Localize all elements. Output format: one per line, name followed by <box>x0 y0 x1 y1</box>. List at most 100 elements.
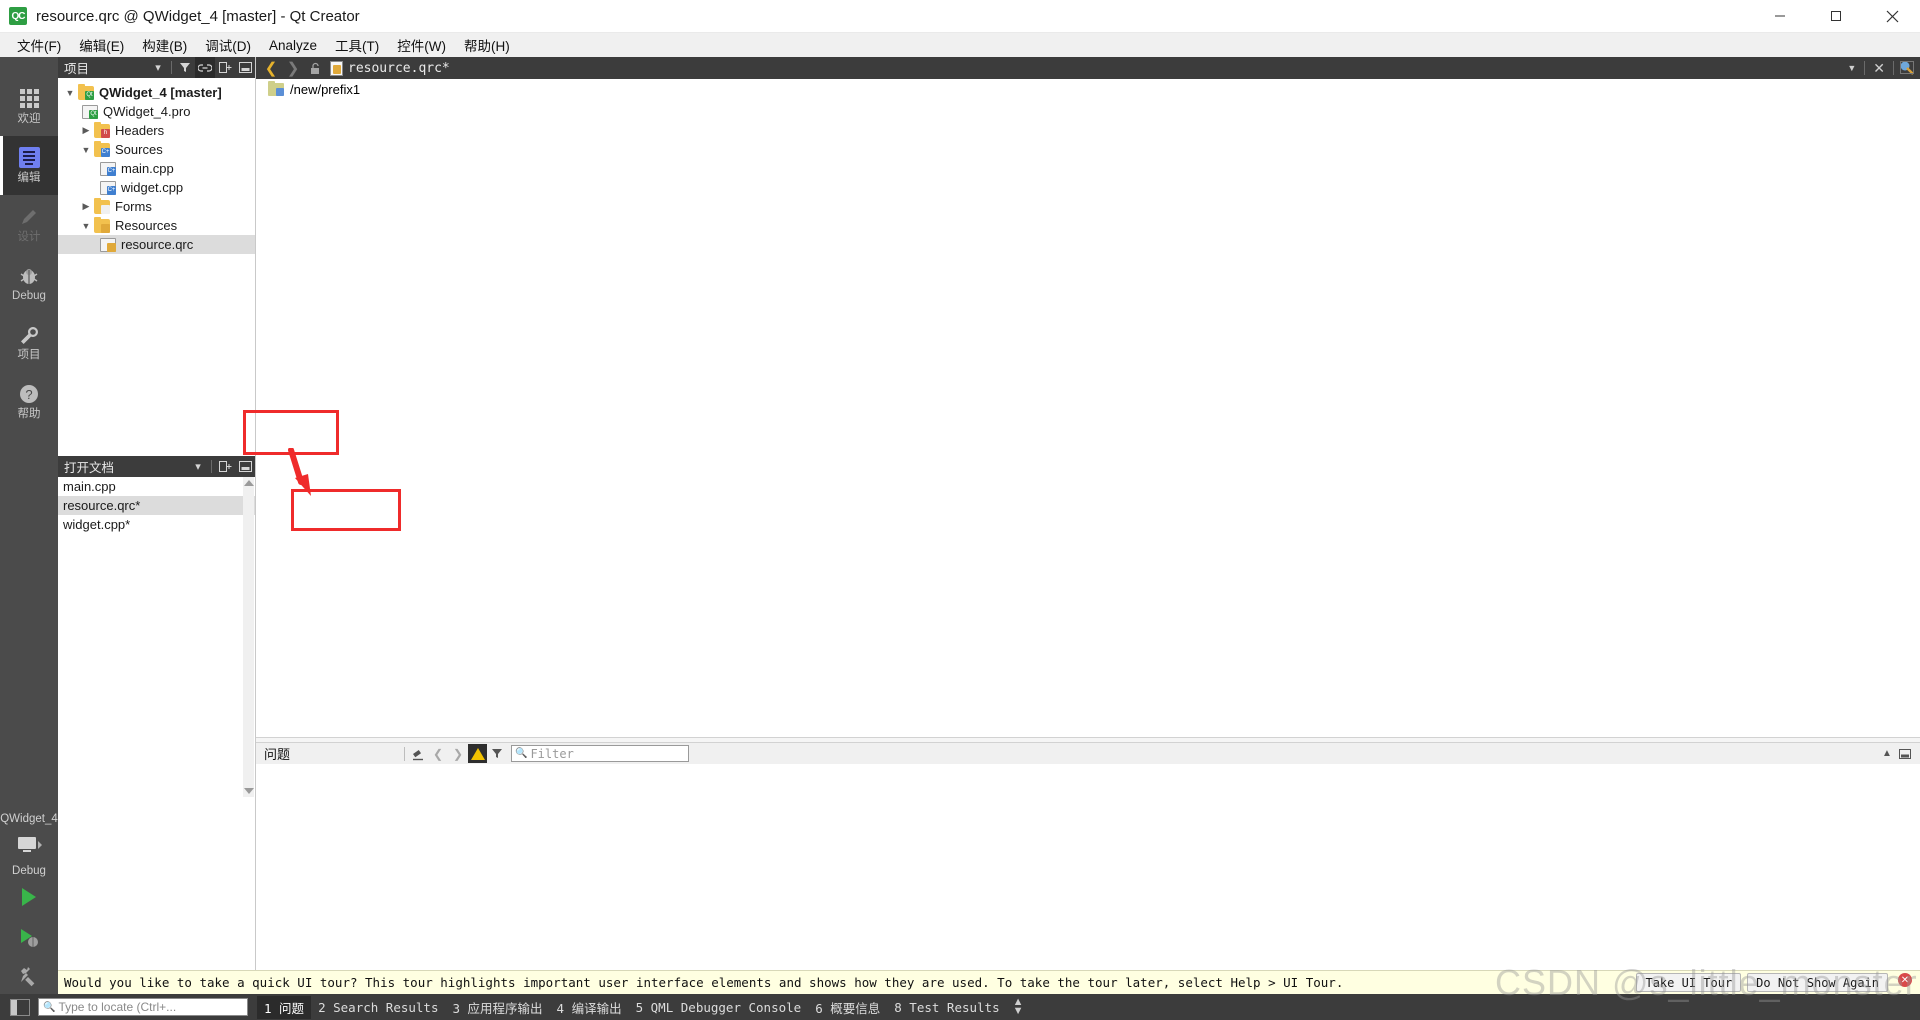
chevron-down-icon[interactable]: ▼ <box>78 221 94 231</box>
menu-build[interactable]: 构建(B) <box>133 33 196 57</box>
tree-item-resource-qrc[interactable]: resource.qrc <box>58 235 255 254</box>
locator-placeholder: Type to locate (Ctrl+... <box>58 1000 177 1014</box>
do-not-show-again-button[interactable]: Do Not Show Again <box>1747 973 1888 992</box>
warning-filter-icon[interactable] <box>468 744 487 763</box>
mode-welcome-label: 欢迎 <box>17 113 41 125</box>
tree-item-label: main.cpp <box>121 161 174 176</box>
tree-item-resources[interactable]: ▼ Resources <box>58 216 255 235</box>
chevron-down-icon[interactable]: ▼ <box>62 88 78 98</box>
scroll-down-icon[interactable] <box>243 788 254 794</box>
mode-design[interactable]: 设计 <box>0 195 58 254</box>
chevron-down-icon[interactable]: ▾ <box>188 456 208 477</box>
qrc-file-icon <box>100 237 116 252</box>
mode-edit[interactable]: 编辑 <box>0 136 58 195</box>
debug-button[interactable] <box>0 917 58 957</box>
open-doc-label: main.cpp <box>63 479 116 494</box>
tree-item-label: Headers <box>115 123 165 138</box>
filter-icon[interactable] <box>175 57 195 78</box>
kit-buildconfig-label: Debug <box>12 865 46 877</box>
right-dock-icon[interactable] <box>1900 61 1914 74</box>
tree-item-forms[interactable]: ▶ Forms <box>58 197 255 216</box>
next-icon[interactable]: ❯ <box>448 744 468 764</box>
qt-creator-window: QC resource.qrc @ QWidget_4 [master] - Q… <box>0 0 1920 1020</box>
statusbar-item-app-output[interactable]: 3 应用程序输出 <box>445 996 549 1019</box>
menu-debug[interactable]: 调试(D) <box>196 33 260 57</box>
tree-item-headers[interactable]: ▶ h Headers <box>58 121 255 140</box>
close-icon[interactable] <box>1864 0 1920 33</box>
projects-panel-title: 项目 <box>64 62 90 76</box>
maximize-panel-icon[interactable] <box>1896 744 1914 764</box>
tree-item-sources[interactable]: ▼ C+ Sources <box>58 140 255 159</box>
tree-item-pro-file[interactable]: Qt QWidget_4.pro <box>58 102 255 121</box>
qt-project-folder-icon: Qt <box>78 83 94 100</box>
chevron-up-icon[interactable]: ▲ <box>1878 744 1896 764</box>
split-icon[interactable] <box>215 456 235 477</box>
close-infobar-icon[interactable]: ✕ <box>1898 973 1912 987</box>
unlock-icon[interactable] <box>304 57 326 79</box>
statusbar-item-issues[interactable]: 1 问题 <box>257 995 312 1019</box>
menu-file[interactable]: 文件(F) <box>8 33 70 57</box>
mode-welcome[interactable]: 欢迎 <box>0 77 58 136</box>
chevron-right-icon[interactable]: ▶ <box>78 125 94 136</box>
chevron-right-icon[interactable]: ▶ <box>78 201 94 212</box>
maximize-icon[interactable] <box>1808 0 1864 33</box>
resources-folder-icon <box>94 216 110 233</box>
build-button[interactable] <box>0 957 58 997</box>
forward-icon[interactable]: ❯ <box>282 57 304 79</box>
minimize-icon[interactable] <box>1752 0 1808 33</box>
qt-pro-file-icon: Qt <box>82 104 98 119</box>
tree-item-label: QWidget_4 [master] <box>99 85 222 100</box>
prev-icon[interactable]: ❮ <box>428 744 448 764</box>
open-documents-scrollbar[interactable] <box>243 477 254 797</box>
mode-projects[interactable]: 项目 <box>0 313 58 372</box>
menu-analyze[interactable]: Analyze <box>260 36 326 55</box>
mode-help[interactable]: ? 帮助 <box>0 372 58 431</box>
statusbar-item-compile-output[interactable]: 4 编译输出 <box>550 996 629 1019</box>
mode-projects-label: 项目 <box>17 349 41 361</box>
menu-bar: 文件(F) 编辑(E) 构建(B) 调试(D) Analyze 工具(T) 控件… <box>0 33 1920 57</box>
link-icon[interactable] <box>195 57 215 78</box>
split-icon[interactable] <box>215 57 235 78</box>
chevron-down-icon[interactable]: ▼ <box>78 145 94 155</box>
take-ui-tour-button[interactable]: Take UI Tour <box>1636 973 1742 992</box>
menu-tools[interactable]: 工具(T) <box>326 33 388 57</box>
scroll-up-icon[interactable] <box>243 480 254 486</box>
tree-item-main-cpp[interactable]: C+ main.cpp <box>58 159 255 178</box>
open-doc-item[interactable]: widget.cpp* <box>58 515 255 534</box>
close-panel-icon[interactable] <box>235 57 255 78</box>
run-button[interactable] <box>0 877 58 917</box>
qrc-prefix-row[interactable]: /new/prefix1 <box>256 79 1920 99</box>
tree-item-label: Forms <box>115 199 152 214</box>
statusbar-item-search-results[interactable]: 2 Search Results <box>311 998 445 1017</box>
kit-project-label: QWidget_4 <box>0 813 58 825</box>
sidebar-toggle-icon[interactable] <box>10 998 30 1016</box>
menu-edit[interactable]: 编辑(E) <box>70 33 133 57</box>
grid-icon <box>19 87 39 110</box>
open-doc-label: resource.qrc* <box>63 498 141 513</box>
close-panel-icon[interactable] <box>235 456 255 477</box>
ui-tour-infobar: Would you like to take a quick UI tour? … <box>58 970 1920 994</box>
updown-icon[interactable]: ▲ ▼ <box>1007 997 1024 1017</box>
menu-help[interactable]: 帮助(H) <box>455 33 519 57</box>
mode-debug[interactable]: Debug <box>0 254 58 313</box>
tree-item-project[interactable]: ▼ Qt QWidget_4 [master] <box>58 83 255 102</box>
qrc-resource-tree[interactable]: /new/prefix1 <box>256 79 1920 737</box>
open-doc-item[interactable]: resource.qrc* <box>58 496 255 515</box>
statusbar-item-qml-debugger[interactable]: 5 QML Debugger Console <box>629 998 809 1017</box>
issues-filter-placeholder: Filter <box>530 746 574 761</box>
desktop-icon[interactable] <box>0 825 58 865</box>
clear-icon[interactable] <box>408 744 428 764</box>
menu-widgets[interactable]: 控件(W) <box>388 33 455 57</box>
tree-item-widget-cpp[interactable]: C+ widget.cpp <box>58 178 255 197</box>
search-icon: 🔍 <box>515 748 528 759</box>
close-editor-icon[interactable]: ✕ <box>1865 60 1893 77</box>
chevron-down-icon[interactable]: ▾ <box>148 57 168 78</box>
chevron-down-icon[interactable]: ▼ <box>1839 63 1864 73</box>
open-doc-item[interactable]: main.cpp <box>58 477 255 496</box>
statusbar-item-overview[interactable]: 6 概要信息 <box>808 996 887 1019</box>
filter-icon[interactable] <box>487 744 507 764</box>
back-icon[interactable]: ❮ <box>260 57 282 79</box>
issues-filter-input[interactable]: 🔍 Filter <box>511 745 689 762</box>
statusbar-item-test-results[interactable]: 8 Test Results <box>887 998 1006 1017</box>
locator-input[interactable]: 🔍 Type to locate (Ctrl+... <box>38 998 248 1016</box>
